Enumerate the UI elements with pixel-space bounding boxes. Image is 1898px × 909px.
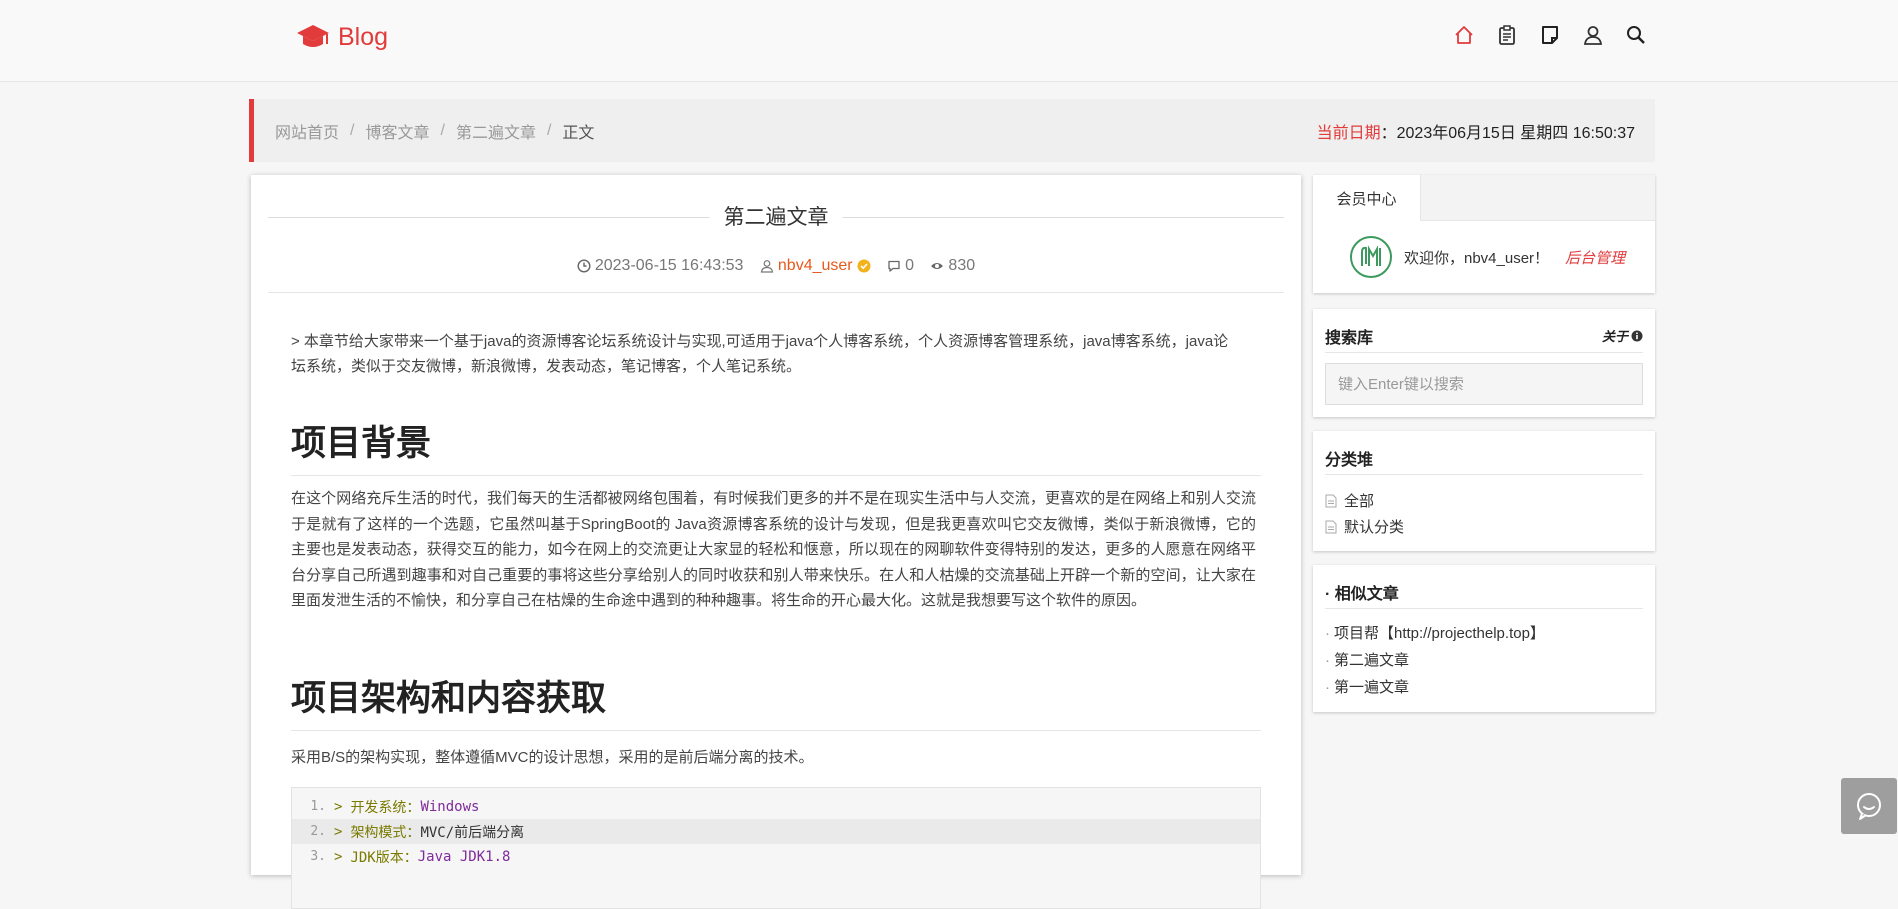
- search-panel-title: 搜索库 关于: [1325, 319, 1643, 353]
- code-line: 1. > 开发系统： Windows: [292, 794, 1260, 819]
- similar-article-label: 项目帮【http://projecthelp.top】: [1334, 625, 1545, 642]
- article-title: 第二遍文章: [709, 201, 843, 231]
- search-input[interactable]: [1325, 363, 1643, 405]
- code-key: 开发系统：: [350, 799, 421, 816]
- article-views: 830: [930, 257, 975, 275]
- member-tabs: 会员中心: [1313, 175, 1655, 221]
- article-title-row: 第二遍文章: [268, 201, 1284, 231]
- code-key: 架构模式：: [350, 824, 421, 841]
- file-icon: [1325, 520, 1337, 533]
- current-date-value: 2023年06月15日 星期四 16:50:37: [1396, 124, 1635, 142]
- code-value: Java JDK1.8: [417, 848, 511, 865]
- member-body: 欢迎你，nbv4_user！ 后台管理: [1313, 221, 1655, 293]
- code-line: 2. > 架构模式： MVC/前后端分离: [292, 819, 1260, 844]
- section-paragraph-background: 在这个网络充斥生活的时代，我们每天的生活都被网络包围着，有时候我们更多的并不是在…: [291, 490, 1256, 609]
- categories-title: 分类堆: [1325, 441, 1643, 475]
- article-card: 第二遍文章 2023-06-15 16:43:53 nbv4_user 0 83…: [251, 175, 1301, 909]
- brand-logo[interactable]: Blog: [296, 20, 388, 54]
- welcome-text: 欢迎你，nbv4_user！: [1404, 249, 1550, 267]
- chat-bubble-icon: [1857, 793, 1881, 820]
- breadcrumb-separator: /: [440, 121, 445, 139]
- user-outline-icon: [760, 260, 774, 273]
- breadcrumb-separator: /: [546, 121, 552, 139]
- code-value: MVC/前后端分离: [420, 824, 525, 841]
- search-panel: 搜索库 关于: [1313, 309, 1655, 417]
- code-value: Windows: [420, 798, 480, 815]
- breadcrumb-bar: 网站首页 / 博客文章 / 第二遍文章 / 正文 当前日期 ： 2023年06月…: [249, 99, 1655, 162]
- similar-article-item[interactable]: · 第一遍文章: [1325, 676, 1409, 697]
- note-icon[interactable]: [1539, 24, 1561, 46]
- code-line: 3. > JDK版本： Java JDK1.8: [292, 844, 1260, 869]
- section-heading-architecture: 项目架构和内容获取: [291, 670, 1261, 731]
- breadcrumb-current: 正文: [562, 124, 595, 142]
- meta-divider: [268, 292, 1284, 293]
- avatar[interactable]: [1350, 236, 1392, 278]
- category-item-default[interactable]: 默认分类: [1325, 516, 1404, 537]
- article-author[interactable]: nbv4_user: [760, 257, 871, 275]
- current-date-colon: ：: [1380, 124, 1397, 142]
- article-comments[interactable]: 0: [887, 257, 914, 275]
- brand-name: Blog: [338, 22, 389, 51]
- bullet-dot: ·: [1325, 625, 1330, 642]
- similar-article-item[interactable]: · 第二遍文章: [1325, 649, 1409, 670]
- bullet-dot: ·: [1325, 679, 1330, 696]
- file-icon: [1325, 494, 1337, 507]
- article-meta: 2023-06-15 16:43:53 nbv4_user 0 830: [251, 257, 1301, 278]
- line-number: 2.: [310, 824, 326, 839]
- graduation-cap-icon: [297, 25, 329, 47]
- avatar-image: [1361, 245, 1381, 266]
- breadcrumb-blog-articles[interactable]: 博客文章: [365, 119, 429, 143]
- code-gt: >: [334, 848, 343, 865]
- info-icon: [1631, 330, 1643, 341]
- similar-articles-panel: · 相似文章 · 项目帮【http://projecthelp.top】 · 第二遍…: [1313, 565, 1655, 712]
- article-intro: > 本章节给大家带来一个基于java的资源博客论坛系统设计与实现,可适用于jav…: [291, 333, 1229, 375]
- breadcrumb: 网站首页 / 博客文章 / 第二遍文章 / 正文: [275, 99, 594, 162]
- category-item-all[interactable]: 全部: [1325, 490, 1374, 511]
- admin-link[interactable]: 后台管理: [1565, 247, 1625, 268]
- category-label: 全部: [1344, 493, 1375, 510]
- similar-articles-title: · 相似文章: [1325, 575, 1643, 609]
- tab-member-center[interactable]: 会员中心: [1313, 175, 1421, 221]
- current-date: 当前日期 ： 2023年06月15日 星期四 16:50:37: [1317, 99, 1635, 162]
- code-key: JDK版本：: [350, 849, 418, 866]
- code-gt: >: [334, 798, 343, 815]
- article-datetime-text: 2023-06-15 16:43:53: [594, 257, 744, 274]
- code-gt: >: [334, 823, 343, 840]
- section-heading-background: 项目背景: [291, 415, 1261, 476]
- comment-icon: [888, 260, 900, 272]
- line-number: 1.: [310, 799, 326, 814]
- clipboard-icon[interactable]: [1496, 24, 1518, 46]
- similar-article-item[interactable]: · 项目帮【http://projecthelp.top】: [1325, 622, 1545, 643]
- chat-button[interactable]: [1841, 778, 1897, 834]
- about-link[interactable]: 关于: [1602, 326, 1643, 345]
- similar-article-label: 第一遍文章: [1334, 679, 1410, 696]
- clock-icon: [577, 259, 591, 273]
- code-block: 1. > 开发系统： Windows 2. > 架构模式： MVC/前后端分离 …: [291, 787, 1261, 909]
- about-text: 关于: [1601, 329, 1628, 344]
- top-navbar: Blog: [0, 0, 1898, 82]
- bullet-dot: ·: [1325, 652, 1330, 669]
- breadcrumb-separator: /: [350, 121, 355, 139]
- comment-count: 0: [905, 257, 914, 274]
- search-icon[interactable]: [1625, 24, 1647, 46]
- nav-icons: [1453, 24, 1647, 46]
- member-center-panel: 会员中心 欢迎你，nbv4_user！ 后台管理: [1313, 175, 1655, 293]
- section-paragraph-architecture: 采用B/S的架构实现，整体遵循MVC的设计思想，采用的是前后端分离的技术。: [291, 749, 814, 766]
- categories-panel: 分类堆 全部 默认分类: [1313, 431, 1655, 551]
- breadcrumb-home[interactable]: 网站首页: [275, 119, 339, 143]
- verified-badge-icon: [857, 259, 871, 273]
- breadcrumb-article[interactable]: 第二遍文章: [456, 119, 536, 143]
- line-number: 3.: [310, 849, 326, 864]
- similar-article-label: 第二遍文章: [1334, 652, 1410, 669]
- home-icon[interactable]: [1453, 24, 1475, 46]
- article-datetime: 2023-06-15 16:43:53: [577, 257, 744, 275]
- current-date-label: 当前日期: [1316, 124, 1381, 142]
- user-icon[interactable]: [1582, 24, 1604, 46]
- search-title-text: 搜索库: [1325, 329, 1374, 347]
- author-name[interactable]: nbv4_user: [778, 257, 853, 275]
- category-label: 默认分类: [1344, 519, 1405, 536]
- view-count: 830: [948, 257, 976, 274]
- eye-icon: [931, 263, 944, 269]
